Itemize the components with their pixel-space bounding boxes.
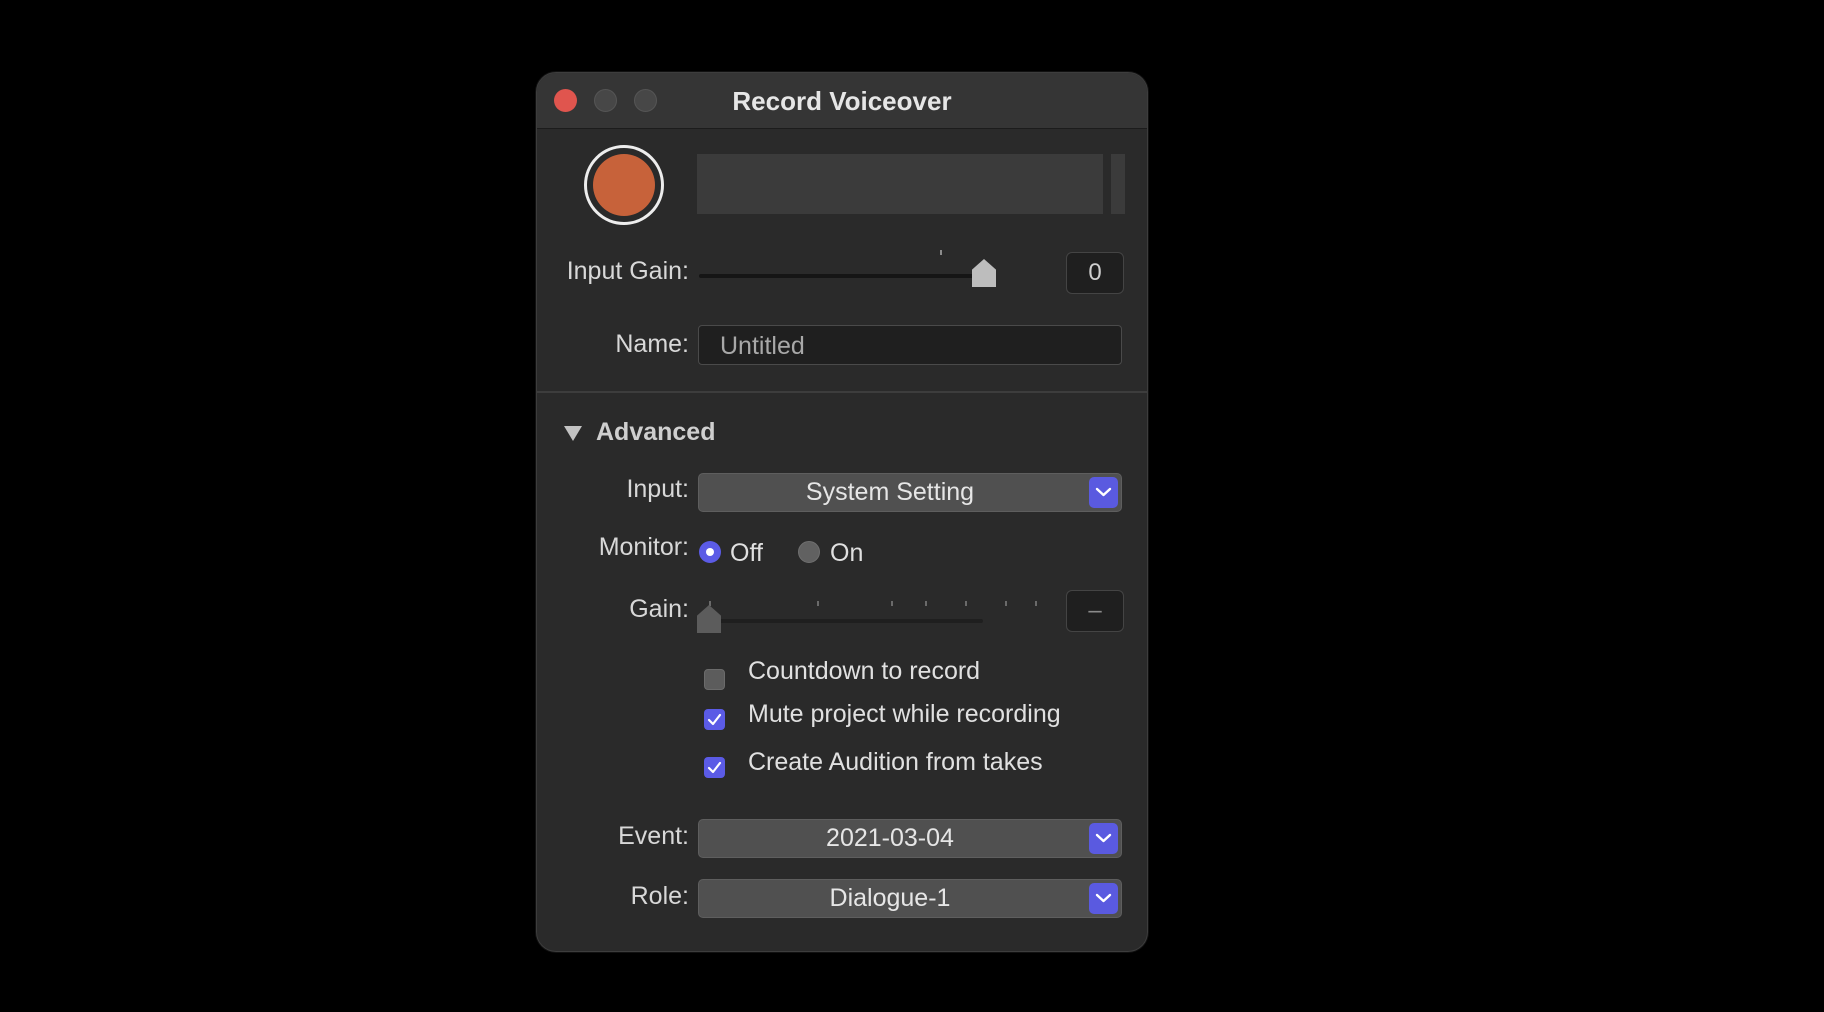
audio-level-meter bbox=[697, 154, 1103, 214]
input-popup[interactable]: System Setting bbox=[698, 473, 1122, 512]
title-bar[interactable]: Record Voiceover bbox=[537, 73, 1147, 129]
countdown-label[interactable]: Countdown to record bbox=[748, 657, 980, 686]
create-audition-checkbox[interactable] bbox=[704, 757, 725, 778]
monitor-gain-slider-tick bbox=[709, 601, 711, 606]
record-voiceover-window: Record Voiceover Input Gain: 0 Name: Unt… bbox=[536, 72, 1148, 952]
event-label: Event: bbox=[618, 822, 689, 850]
mute-project-label[interactable]: Mute project while recording bbox=[748, 700, 1061, 729]
mute-project-checkbox[interactable] bbox=[704, 709, 725, 730]
monitor-off-label[interactable]: Off bbox=[730, 539, 763, 568]
window-title: Record Voiceover bbox=[732, 86, 952, 116]
monitor-gain-slider-thumb[interactable] bbox=[697, 605, 721, 633]
chevron-down-icon bbox=[1089, 477, 1118, 508]
record-button-icon bbox=[593, 154, 655, 216]
checkmark-icon bbox=[707, 761, 722, 774]
monitor-off-radio[interactable] bbox=[699, 541, 721, 563]
monitor-gain-slider-tick bbox=[817, 601, 819, 606]
event-popup-value: 2021-03-04 bbox=[826, 824, 954, 852]
role-popup[interactable]: Dialogue-1 bbox=[698, 879, 1122, 918]
monitor-gain-slider-tick bbox=[925, 601, 927, 606]
advanced-section-label[interactable]: Advanced bbox=[596, 418, 715, 447]
chevron-down-icon bbox=[1089, 823, 1118, 854]
role-label: Role: bbox=[630, 882, 689, 910]
name-input[interactable]: Untitled bbox=[698, 325, 1122, 365]
countdown-checkbox[interactable] bbox=[704, 669, 725, 690]
name-label: Name: bbox=[615, 330, 689, 358]
monitor-gain-slider-tick bbox=[1035, 601, 1037, 606]
event-popup[interactable]: 2021-03-04 bbox=[698, 819, 1122, 858]
disclosure-triangle-icon[interactable] bbox=[564, 426, 582, 441]
checkmark-icon bbox=[707, 713, 722, 726]
input-gain-slider-thumb[interactable] bbox=[972, 259, 996, 287]
role-popup-value: Dialogue-1 bbox=[829, 884, 951, 912]
monitor-gain-label: Gain: bbox=[629, 595, 689, 623]
monitor-on-label[interactable]: On bbox=[830, 539, 863, 568]
monitor-gain-slider-tick bbox=[1005, 601, 1007, 606]
input-popup-value: System Setting bbox=[805, 478, 975, 506]
input-label: Input: bbox=[626, 475, 689, 503]
monitor-gain-slider-track[interactable] bbox=[701, 619, 983, 623]
record-button[interactable] bbox=[584, 145, 664, 225]
input-gain-slider-tick bbox=[940, 250, 942, 255]
monitor-gain-slider-tick bbox=[891, 601, 893, 606]
audio-level-peak bbox=[1111, 154, 1125, 214]
monitor-gain-value[interactable]: – bbox=[1066, 590, 1124, 632]
monitor-on-radio[interactable] bbox=[798, 541, 820, 563]
section-divider bbox=[537, 391, 1147, 393]
input-gain-label: Input Gain: bbox=[566, 257, 689, 285]
input-gain-value[interactable]: 0 bbox=[1066, 252, 1124, 294]
input-gain-slider-track[interactable] bbox=[699, 274, 981, 278]
create-audition-label[interactable]: Create Audition from takes bbox=[748, 748, 1043, 777]
monitor-label: Monitor: bbox=[598, 533, 689, 561]
chevron-down-icon bbox=[1089, 883, 1118, 914]
monitor-gain-slider-tick bbox=[965, 601, 967, 606]
